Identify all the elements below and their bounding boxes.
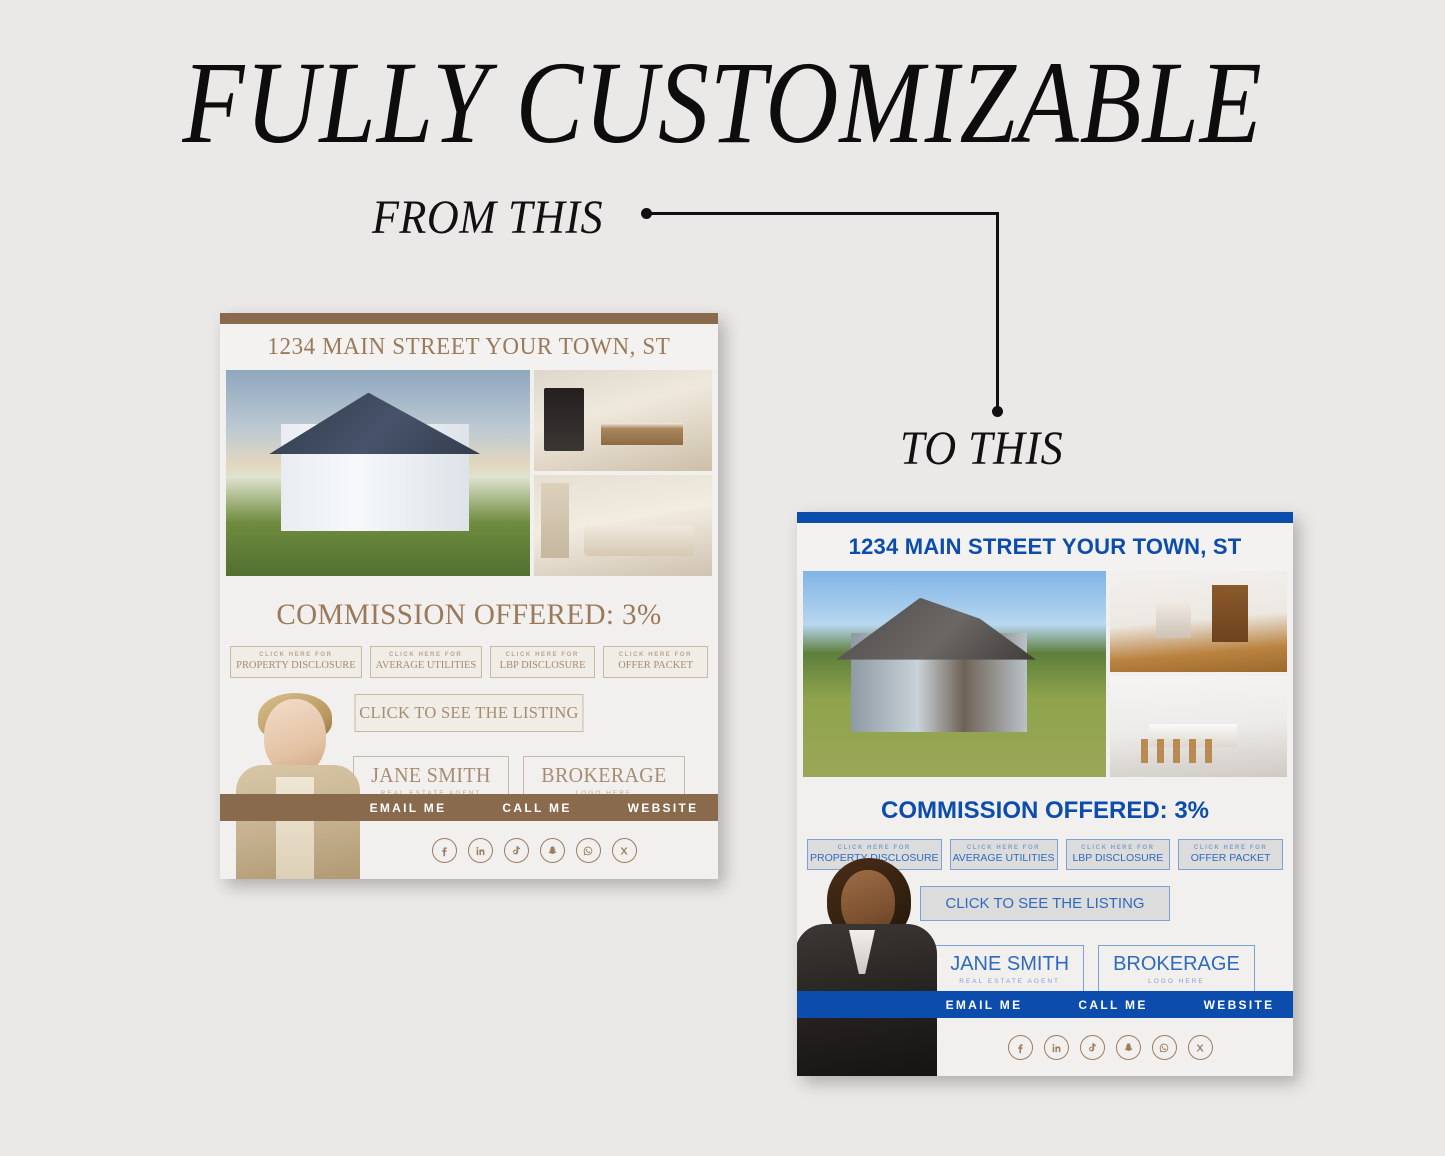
- button-kicker: CLICK HERE FOR: [837, 845, 911, 851]
- photo-mosaic: [220, 370, 718, 576]
- button-kicker: CLICK HERE FOR: [618, 652, 693, 658]
- button-kicker: CLICK HERE FOR: [505, 652, 579, 658]
- snapchat-icon[interactable]: [1115, 1035, 1141, 1060]
- see-listing-button[interactable]: CLICK TO SEE THE LISTING: [920, 886, 1170, 922]
- living-room-fireplace-photo: [1109, 571, 1287, 672]
- flyer-top-accent-bar: [220, 313, 718, 324]
- offer-packet-button[interactable]: CLICK HERE FOR OFFER PACKET: [1178, 839, 1283, 871]
- agent-name: JANE SMITH: [950, 953, 1070, 976]
- page-title: FULLY CUSTOMIZABLE: [182, 37, 1263, 168]
- see-listing-button[interactable]: CLICK TO SEE THE LISTING: [354, 693, 584, 732]
- agent-face: [264, 699, 326, 775]
- agent-shirt: [276, 777, 314, 879]
- button-label: AVERAGE UTILITIES: [375, 659, 476, 672]
- photo-side-column: [1109, 571, 1287, 777]
- property-address: 1234 MAIN STREET YOUR TOWN, ST: [848, 534, 1242, 559]
- agent-name-box[interactable]: JANE SMITH REAL ESTATE AGENT: [935, 945, 1085, 993]
- button-kicker: CLICK HERE FOR: [259, 652, 333, 658]
- agent-title: REAL ESTATE AGENT: [959, 978, 1060, 986]
- exterior-farmhouse-photo: [226, 370, 530, 576]
- flyer-card-brown: 1234 MAIN STREET YOUR TOWN, ST COMMISSIO…: [220, 313, 718, 879]
- lbp-disclosure-button[interactable]: CLICK HERE FOR LBP DISCLOSURE: [489, 646, 595, 678]
- linkedin-icon[interactable]: [467, 838, 493, 863]
- commission-headline: COMMISSION OFFERED: 3%: [276, 598, 662, 631]
- button-label: OFFER PACKET: [617, 659, 693, 672]
- from-this-label: FROM THIS: [372, 191, 604, 244]
- snapchat-icon[interactable]: [539, 838, 565, 863]
- photo-side-column: [533, 370, 712, 576]
- facebook-icon[interactable]: [1007, 1035, 1033, 1060]
- button-kicker: CLICK HERE FOR: [1081, 845, 1155, 851]
- to-this-label: TO THIS: [900, 422, 1064, 475]
- brokerage-logo-box[interactable]: BROKERAGE LOGO HERE: [1098, 945, 1255, 993]
- exterior-craftsman-photo: [803, 571, 1106, 777]
- brokerage-name: BROKERAGE: [1113, 953, 1240, 976]
- average-utilities-button[interactable]: CLICK HERE FOR AVERAGE UTILITIES: [949, 839, 1058, 871]
- flyer-card-blue: 1234 MAIN STREET YOUR TOWN, ST COMMISSIO…: [797, 512, 1293, 1076]
- x-twitter-icon[interactable]: [1187, 1035, 1213, 1060]
- average-utilities-button[interactable]: CLICK HERE FOR AVERAGE UTILITIES: [369, 646, 482, 678]
- button-kicker: CLICK HERE FOR: [966, 845, 1041, 851]
- brokerage-subtitle: LOGO HERE: [1148, 978, 1205, 986]
- photo-mosaic: [797, 571, 1293, 777]
- social-icons-row: [797, 1035, 1293, 1060]
- x-twitter-icon[interactable]: [611, 838, 637, 863]
- connector-vertical-line: [996, 212, 999, 412]
- tiktok-icon[interactable]: [503, 838, 529, 863]
- commission-headline: COMMISSION OFFERED: 3%: [880, 797, 1210, 824]
- agent-name: JANE SMITH: [371, 762, 491, 787]
- address-band: 1234 MAIN STREET YOUR TOWN, ST: [220, 324, 718, 370]
- button-kicker: CLICK HERE FOR: [1193, 845, 1268, 851]
- button-label: AVERAGE UTILITIES: [952, 852, 1055, 865]
- document-buttons-row: CLICK HERE FOR PROPERTY DISCLOSURE CLICK…: [220, 646, 718, 678]
- social-icons-row: [220, 838, 718, 863]
- offer-packet-button[interactable]: CLICK HERE FOR OFFER PACKET: [602, 646, 709, 678]
- beige-living-room-photo: [533, 475, 712, 576]
- linkedin-icon[interactable]: [1043, 1035, 1069, 1060]
- button-label: OFFER PACKET: [1190, 852, 1271, 865]
- button-label: LBP DISCLOSURE: [499, 659, 586, 672]
- whatsapp-icon[interactable]: [575, 838, 601, 863]
- whatsapp-icon[interactable]: [1151, 1035, 1177, 1060]
- tiktok-icon[interactable]: [1079, 1035, 1105, 1060]
- call-me-link[interactable]: CALL ME: [502, 801, 571, 815]
- button-label: PROPERTY DISCLOSURE: [236, 659, 356, 672]
- property-disclosure-button[interactable]: CLICK HERE FOR PROPERTY DISCLOSURE: [230, 646, 362, 678]
- facebook-icon[interactable]: [431, 838, 457, 863]
- modern-kitchen-photo: [533, 370, 712, 471]
- call-me-link[interactable]: CALL ME: [1078, 998, 1147, 1012]
- button-kicker: CLICK HERE FOR: [388, 652, 463, 658]
- brokerage-name: BROKERAGE: [541, 762, 667, 787]
- connector-end-dot: [992, 406, 1003, 417]
- contact-bar: EMAIL ME CALL ME WEBSITE: [220, 794, 718, 821]
- website-link[interactable]: WEBSITE: [628, 801, 699, 815]
- email-me-link[interactable]: EMAIL ME: [370, 801, 447, 815]
- website-link[interactable]: WEBSITE: [1204, 998, 1275, 1012]
- property-address: 1234 MAIN STREET YOUR TOWN, ST: [267, 333, 671, 360]
- email-me-link[interactable]: EMAIL ME: [946, 998, 1023, 1012]
- connector-horizontal-line: [646, 212, 998, 215]
- contact-bar: EMAIL ME CALL ME WEBSITE: [797, 991, 1293, 1018]
- lbp-disclosure-button[interactable]: CLICK HERE FOR LBP DISCLOSURE: [1065, 839, 1171, 871]
- flyer-top-accent-bar: [797, 512, 1293, 523]
- address-band: 1234 MAIN STREET YOUR TOWN, ST: [797, 523, 1293, 571]
- button-label: LBP DISCLOSURE: [1072, 852, 1164, 865]
- white-kitchen-photo: [1109, 676, 1287, 777]
